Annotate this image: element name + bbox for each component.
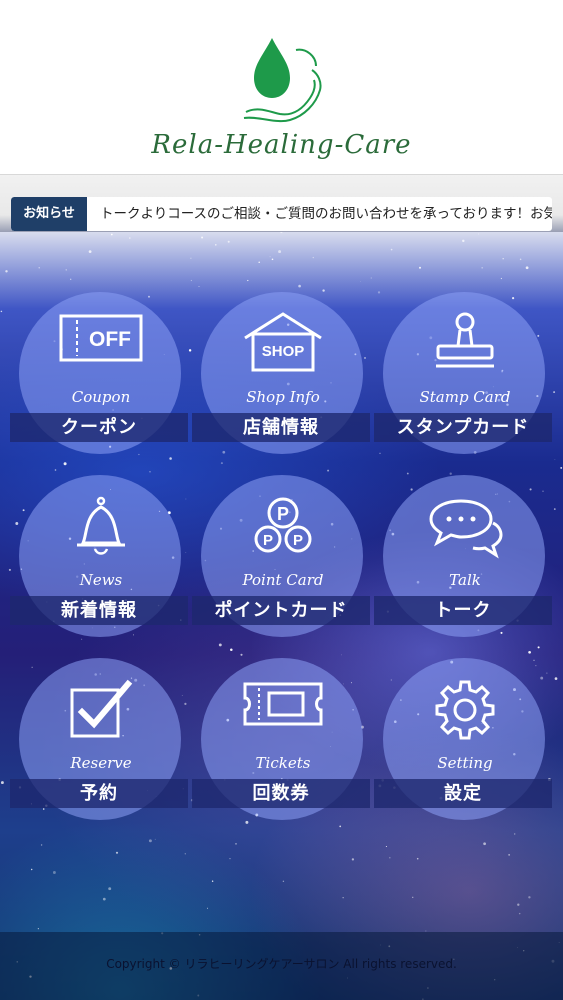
svg-text:P: P — [277, 504, 289, 524]
svg-text:P: P — [293, 532, 303, 549]
svg-text:P: P — [263, 532, 273, 549]
ticket-icon — [243, 682, 323, 726]
menu-tile-shop-info[interactable]: SHOP Shop Info 店舗情報 — [192, 292, 374, 462]
tile-label-en: Tickets — [255, 754, 311, 772]
tile-label-jp: トーク — [434, 600, 492, 621]
bell-icon — [77, 496, 125, 555]
copyright-text: Copyright © リラヒーリングケアーサロン All rights res… — [106, 957, 457, 971]
tile-label-jp: 回数券 — [252, 783, 310, 804]
checkbox-icon — [70, 679, 133, 738]
menu-tile-stamp-card[interactable]: Stamp Card スタンプカード — [374, 292, 556, 462]
tile-label-jp: スタンプカード — [396, 417, 530, 438]
menu-tile-news[interactable]: News 新着情報 — [10, 475, 192, 645]
menu-tile-talk[interactable]: Talk トーク — [374, 475, 556, 645]
tile-label-jp: 新着情報 — [61, 600, 137, 621]
news-ticker-text[interactable]: トークよりコースのご相談・ご質問のお問い合わせを承っております！お気 — [100, 197, 552, 231]
app-header: Rela-Healing-Care — [0, 0, 563, 175]
chat-bubbles-icon — [429, 499, 503, 559]
tile-label-jp: 予約 — [80, 783, 118, 804]
tile-label-jp: 設定 — [444, 783, 482, 804]
drop-hand-logo-icon — [243, 38, 322, 123]
news-label: お知らせ — [11, 197, 87, 231]
menu-tile-tickets[interactable]: Tickets 回数券 — [192, 658, 374, 828]
tile-label-en: Shop Info — [246, 388, 320, 406]
menu-tile-point-card[interactable]: P P P Point Card ポイントカード — [192, 475, 374, 645]
tile-label-en: Talk — [449, 571, 481, 589]
tile-label-en: News — [79, 571, 123, 589]
gear-icon — [435, 680, 495, 740]
tile-label-jp: クーポン — [61, 417, 137, 438]
svg-text:SHOP: SHOP — [262, 343, 305, 360]
news-ticker[interactable]: お知らせ トークよりコースのご相談・ご質問のお問い合わせを承っております！お気 — [11, 197, 552, 231]
menu-tile-setting[interactable]: Setting 設定 — [374, 658, 556, 828]
tile-label-en: Setting — [437, 754, 493, 772]
tile-label-en: Point Card — [242, 571, 324, 589]
svg-text:OFF: OFF — [89, 328, 131, 351]
stamp-icon — [436, 312, 494, 368]
menu-tile-coupon[interactable]: OFF Coupon クーポン — [10, 292, 192, 462]
point-coins-icon: P P P — [254, 497, 312, 553]
brand-logo-text: Rela-Healing-Care — [151, 130, 412, 160]
tile-label-jp: 店舗情報 — [243, 417, 319, 438]
tile-label-jp: ポイントカード — [214, 600, 348, 621]
menu-tile-reserve[interactable]: Reserve 予約 — [10, 658, 192, 828]
tile-label-en: Stamp Card — [419, 388, 511, 406]
tile-label-en: Coupon — [71, 388, 131, 406]
shop-icon: SHOP — [244, 312, 322, 372]
tile-label-en: Reserve — [70, 754, 132, 772]
coupon-off-icon: OFF — [59, 314, 143, 362]
